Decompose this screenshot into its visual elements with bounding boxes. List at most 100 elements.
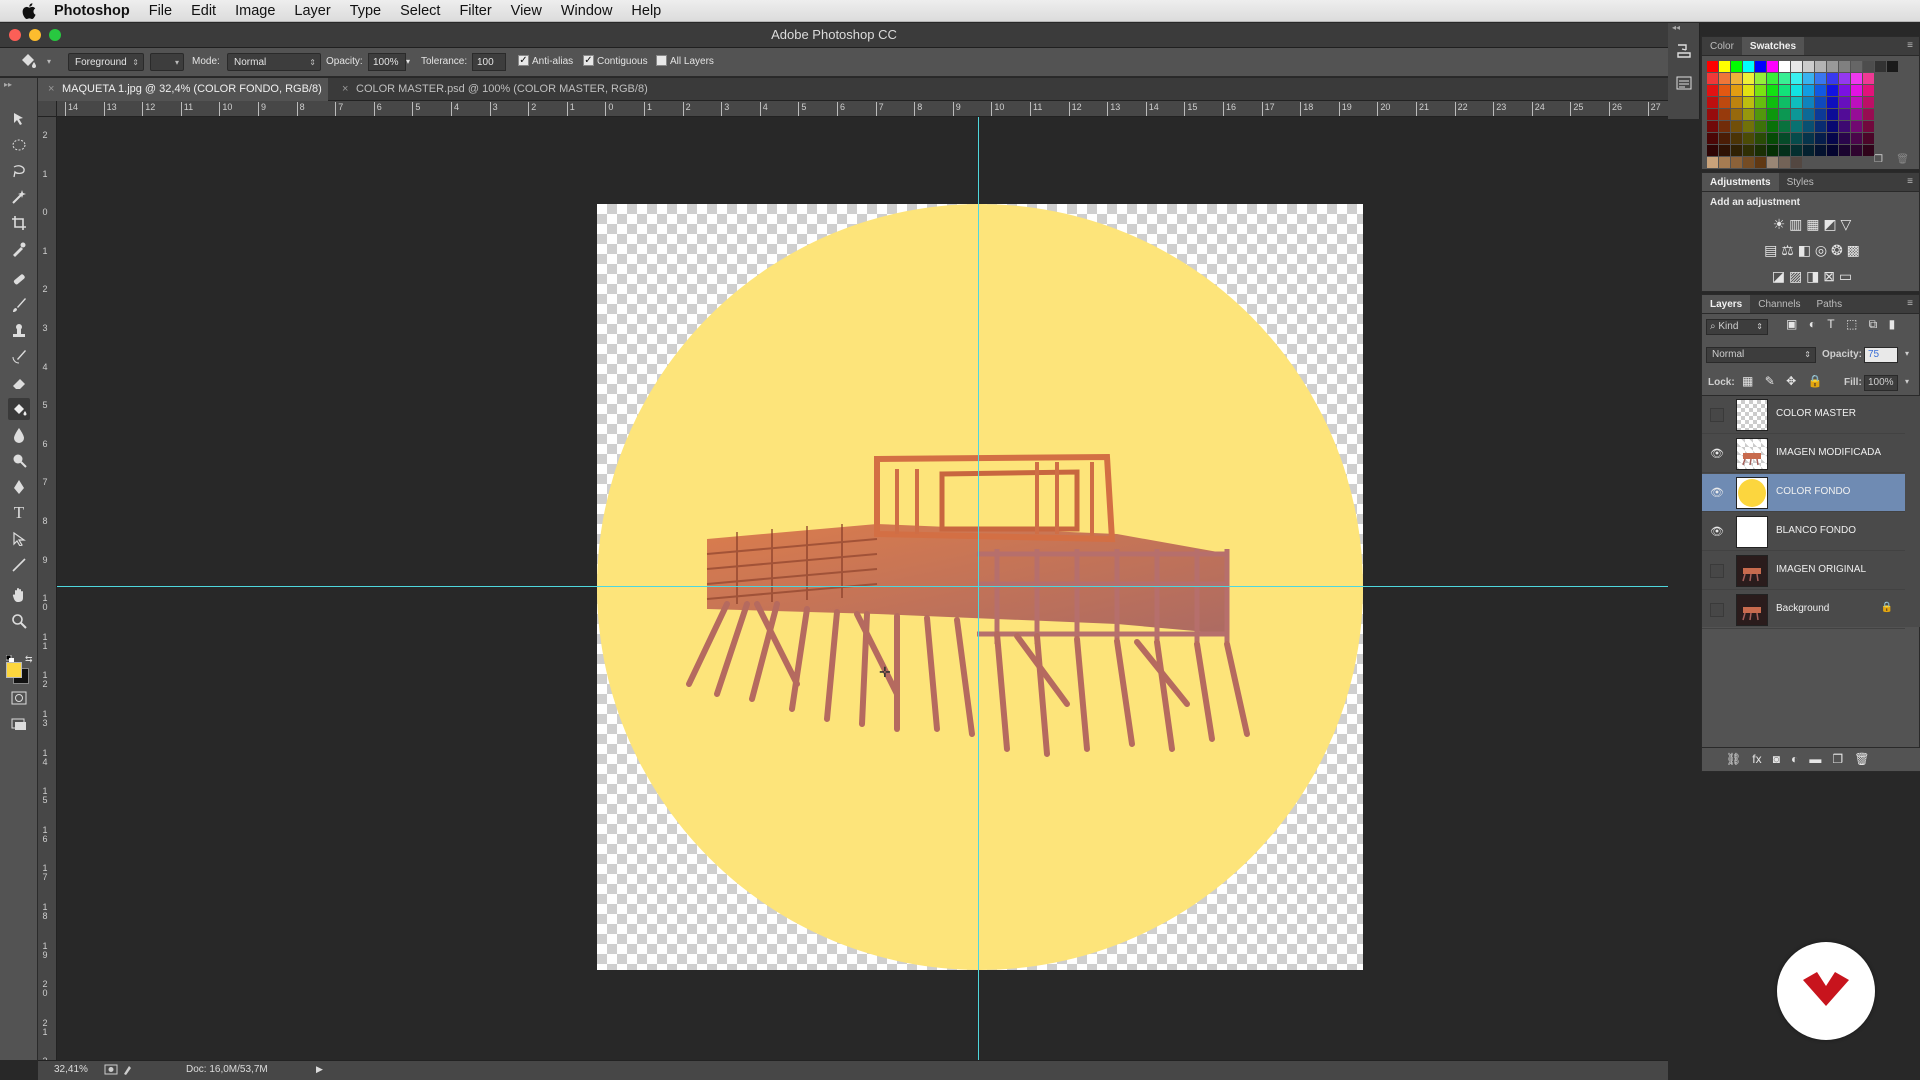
swatch-chip[interactable] xyxy=(1827,97,1838,108)
swatch-chip[interactable] xyxy=(1863,121,1874,132)
swatch-chip[interactable] xyxy=(1743,61,1754,72)
swatch-chip[interactable] xyxy=(1719,109,1730,120)
visibility-toggle[interactable] xyxy=(1710,408,1724,422)
swatch-chip[interactable] xyxy=(1755,85,1766,96)
layer-row-color-master[interactable]: COLOR MASTER xyxy=(1702,396,1905,434)
healing-brush-tool-icon[interactable] xyxy=(8,268,30,290)
swatch-chip[interactable] xyxy=(1803,97,1814,108)
swatch-chip[interactable] xyxy=(1731,97,1742,108)
swatch-chip[interactable] xyxy=(1839,109,1850,120)
foreground-color-swatch[interactable] xyxy=(6,662,22,678)
zoom-window-button[interactable] xyxy=(49,29,61,41)
zoom-level[interactable]: 32,41% xyxy=(54,1064,88,1075)
pen-tool-icon[interactable] xyxy=(8,476,30,498)
photo-filter-icon[interactable]: ◎ xyxy=(1815,242,1827,258)
menu-file[interactable]: File xyxy=(149,3,172,19)
swatch-chip[interactable] xyxy=(1863,97,1874,108)
swatch-chip[interactable] xyxy=(1863,133,1874,144)
swatch-chip[interactable] xyxy=(1755,157,1766,168)
swatch-chip[interactable] xyxy=(1719,97,1730,108)
type-tool-icon[interactable]: T xyxy=(8,502,30,524)
layer-row-color-fondo[interactable]: 👁 COLOR FONDO xyxy=(1702,474,1905,512)
swatch-chip[interactable] xyxy=(1839,133,1850,144)
status-view-icon[interactable] xyxy=(104,1063,134,1079)
swatch-chip[interactable] xyxy=(1743,145,1754,156)
minimize-window-button[interactable] xyxy=(29,29,41,41)
swatch-chip[interactable] xyxy=(1755,145,1766,156)
swatch-chip[interactable] xyxy=(1767,109,1778,120)
black-white-icon[interactable]: ◧ xyxy=(1798,242,1811,258)
swatch-chip[interactable] xyxy=(1827,121,1838,132)
swatch-chip[interactable] xyxy=(1815,109,1826,120)
menu-window[interactable]: Window xyxy=(561,3,613,19)
lock-image-icon[interactable]: ✎ xyxy=(1765,374,1775,388)
swatch-chip[interactable] xyxy=(1839,61,1850,72)
filter-type-icon[interactable]: T xyxy=(1827,317,1834,331)
swatch-chip[interactable] xyxy=(1779,61,1790,72)
swatch-chip[interactable] xyxy=(1815,133,1826,144)
collapse-panels-icon[interactable]: ◂◂ xyxy=(1672,23,1680,32)
menu-image[interactable]: Image xyxy=(235,3,275,19)
properties-panel-icon[interactable] xyxy=(1676,75,1692,91)
swatch-chip[interactable] xyxy=(1791,133,1802,144)
pattern-picker[interactable]: ▾ xyxy=(150,53,184,71)
lasso-tool-icon[interactable] xyxy=(8,160,30,182)
swatch-chip[interactable] xyxy=(1731,61,1742,72)
swatch-chip[interactable] xyxy=(1863,145,1874,156)
eye-icon[interactable]: 👁 xyxy=(1710,486,1724,500)
swatch-chip[interactable] xyxy=(1791,61,1802,72)
link-layers-icon[interactable]: ⛓ xyxy=(1726,748,1741,770)
swatch-chip[interactable] xyxy=(1791,97,1802,108)
fill-field[interactable]: 100% xyxy=(1864,375,1898,391)
tolerance-field[interactable]: 100 xyxy=(472,53,506,71)
menu-select[interactable]: Select xyxy=(400,3,440,19)
swatch-chip[interactable] xyxy=(1743,97,1754,108)
swatch-chip[interactable] xyxy=(1767,145,1778,156)
hue-saturation-icon[interactable]: ▤ xyxy=(1764,242,1777,258)
swatch-chip[interactable] xyxy=(1707,133,1718,144)
swatch-chip[interactable] xyxy=(1863,61,1874,72)
swatch-chip[interactable] xyxy=(1827,73,1838,84)
filter-toggle-icon[interactable]: ▮ xyxy=(1889,317,1896,331)
swatch-chip[interactable] xyxy=(1731,157,1742,168)
curves-icon[interactable]: ▦ xyxy=(1806,216,1819,232)
swatch-chip[interactable] xyxy=(1719,133,1730,144)
mode-select[interactable]: Normal ⇕ xyxy=(227,53,321,71)
apple-menu-icon[interactable] xyxy=(18,0,40,22)
swatch-chip[interactable] xyxy=(1779,145,1790,156)
screen-mode-icon[interactable] xyxy=(8,713,30,735)
clone-stamp-tool-icon[interactable] xyxy=(8,320,30,342)
swatch-chip[interactable] xyxy=(1779,97,1790,108)
swatch-chip[interactable] xyxy=(1815,73,1826,84)
layer-opacity-field[interactable]: 75 xyxy=(1864,347,1898,363)
swatch-chip[interactable] xyxy=(1743,133,1754,144)
vertical-guide[interactable] xyxy=(978,117,979,1060)
swatch-chip[interactable] xyxy=(1863,85,1874,96)
add-mask-icon[interactable]: ◙ xyxy=(1773,748,1780,770)
swatch-chip[interactable] xyxy=(1791,145,1802,156)
swatch-chip[interactable] xyxy=(1851,97,1862,108)
swatch-chip[interactable] xyxy=(1803,133,1814,144)
swatch-chip[interactable] xyxy=(1779,121,1790,132)
swatch-chip[interactable] xyxy=(1803,121,1814,132)
swatch-chip[interactable] xyxy=(1863,73,1874,84)
swatch-chip[interactable] xyxy=(1851,121,1862,132)
swatch-chip[interactable] xyxy=(1743,157,1754,168)
swatch-chip[interactable] xyxy=(1719,121,1730,132)
swatch-chip[interactable] xyxy=(1731,133,1742,144)
close-tab-icon[interactable]: × xyxy=(48,78,54,101)
swatch-chip[interactable] xyxy=(1779,109,1790,120)
swatch-chip[interactable] xyxy=(1815,85,1826,96)
swatch-chip[interactable] xyxy=(1779,73,1790,84)
swatch-chip[interactable] xyxy=(1827,133,1838,144)
tab-color-master[interactable]: × COLOR MASTER.psd @ 100% (COLOR MASTER,… xyxy=(332,78,652,101)
swatch-chip[interactable] xyxy=(1839,73,1850,84)
opacity-field[interactable]: 100% xyxy=(368,53,406,71)
menu-filter[interactable]: Filter xyxy=(459,3,491,19)
swatch-chip[interactable] xyxy=(1743,85,1754,96)
gradient-map-icon[interactable]: ▭ xyxy=(1839,268,1852,284)
swatch-chip[interactable] xyxy=(1887,61,1898,72)
swatch-chip[interactable] xyxy=(1755,61,1766,72)
swatch-chip[interactable] xyxy=(1767,97,1778,108)
swatch-chip[interactable] xyxy=(1851,109,1862,120)
